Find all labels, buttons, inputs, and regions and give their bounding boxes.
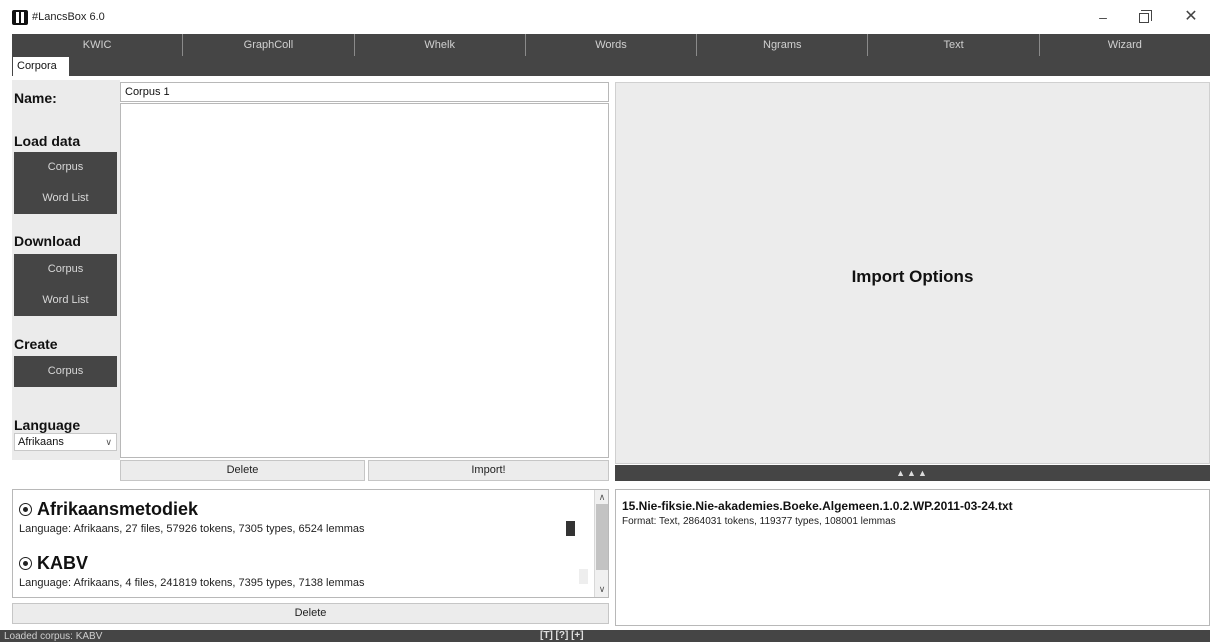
create-corpus-button[interactable]: Corpus [14,356,117,387]
tab-corpora[interactable]: Corpora [13,57,69,76]
tab-ngrams[interactable]: Ngrams [697,34,869,56]
close-button[interactable]: ✕ [1176,8,1206,26]
corpus-item-desc: Language: Afrikaans, 27 files, 57926 tok… [19,523,365,535]
delete-button[interactable]: Delete [120,460,365,481]
import-button[interactable]: Import! [368,460,609,481]
status-icons[interactable]: [T] [?] [+] [540,630,584,641]
name-label: Name: [14,90,57,106]
collapse-arrows-bar[interactable]: ▲▲▲ [615,465,1210,481]
corpus-name-input[interactable]: Corpus 1 [120,82,609,102]
chevron-up-icon[interactable]: ∧ [595,492,609,503]
main-tab-bar: KWIC GraphColl Whelk Words Ngrams Text W… [12,34,1210,56]
corpus-item-desc: Language: Afrikaans, 4 files, 241819 tok… [19,577,365,589]
tab-whelk[interactable]: Whelk [355,34,526,56]
chevron-down-icon[interactable]: ∨ [595,584,609,595]
language-value: Afrikaans [18,436,64,448]
list-item[interactable]: KABV Language: Afrikaans, 4 files, 24181… [19,553,365,589]
indicator-block [579,569,588,584]
detail-format: Format: Text, 2864031 tokens, 119377 typ… [622,516,896,527]
import-options-panel: Import Options [615,82,1210,464]
maximize-button[interactable] [1129,8,1159,26]
list-item[interactable]: Afrikaansmetodiek Language: Afrikaans, 2… [19,499,365,535]
corpus-item-name: Afrikaansmetodiek [37,499,199,519]
create-label: Create [14,336,58,352]
sub-tab-bar: Corpora [12,56,1210,76]
corpus-text-area[interactable] [120,103,609,458]
indicator-block [566,521,575,536]
download-corpus-button[interactable]: Corpus [14,254,117,285]
corpus-item-title: KABV [19,553,365,574]
radio-selected-icon[interactable] [19,557,32,570]
corpus-detail-panel: 15.Nie-fiksie.Nie-akademies.Boeke.Algeme… [615,489,1210,626]
delete-corpus-button[interactable]: Delete [12,603,609,624]
minimize-button[interactable]: – [1088,8,1118,26]
status-text: Loaded corpus: KABV [4,631,103,642]
load-wordlist-button[interactable]: Word List [14,183,117,214]
app-logo-icon [12,10,28,25]
corpus-list: Afrikaansmetodiek Language: Afrikaans, 2… [12,489,609,598]
tab-wizard[interactable]: Wizard [1040,34,1210,56]
detail-file-name: 15.Nie-fiksie.Nie-akademies.Boeke.Algeme… [622,499,1013,513]
tab-graphcoll[interactable]: GraphColl [183,34,355,56]
download-wordlist-button[interactable]: Word List [14,285,117,316]
language-select[interactable]: Afrikaans ∨ [14,433,117,451]
tab-kwic[interactable]: KWIC [12,34,184,56]
load-data-label: Load data [14,133,81,149]
corpus-item-name: KABV [37,553,89,573]
tab-words[interactable]: Words [526,34,698,56]
scroll-thumb[interactable] [596,504,608,570]
import-options-title: Import Options [851,267,974,286]
left-control-panel: Name: Load data Corpus Word List Downloa… [12,80,120,460]
language-label: Language [14,417,81,433]
corpus-item-title: Afrikaansmetodiek [19,499,365,520]
load-corpus-button[interactable]: Corpus [14,152,117,183]
radio-selected-icon[interactable] [19,503,32,516]
download-label: Download [14,233,81,249]
tab-text[interactable]: Text [868,34,1040,56]
restore-icon [1139,10,1152,23]
window-title: #LancsBox 6.0 [32,11,105,23]
title-bar: #LancsBox 6.0 – ✕ [0,0,1210,30]
corpus-list-scrollbar[interactable]: ∧ ∨ [594,490,608,597]
status-bar: Loaded corpus: KABV [T] [?] [+] [0,630,1210,642]
chevron-down-icon: ∨ [105,437,112,447]
